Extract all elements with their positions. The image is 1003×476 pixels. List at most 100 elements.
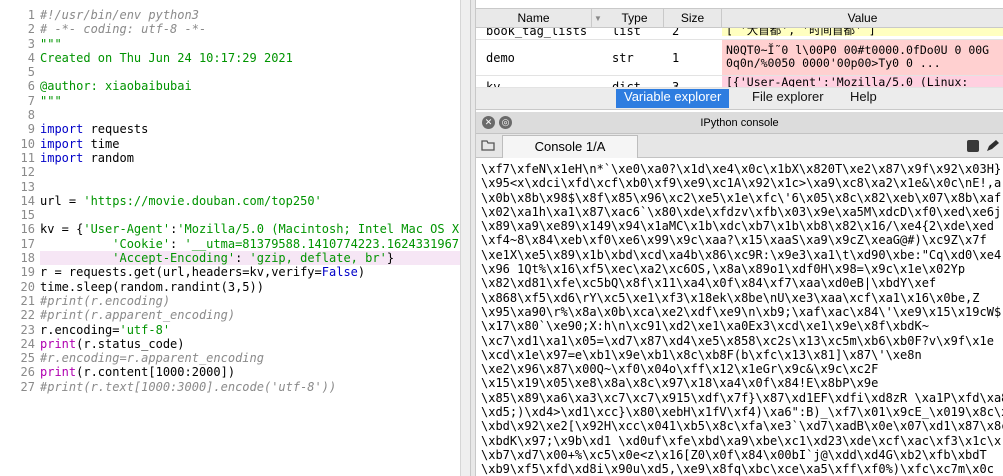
code-line[interactable]: """ bbox=[40, 37, 470, 51]
code-line[interactable]: url = 'https://movie.douban.com/top250' bbox=[40, 194, 470, 208]
code-token: import bbox=[40, 136, 84, 151]
code-line[interactable]: r = requests.get(url,headers=kv,verify=F… bbox=[40, 265, 470, 279]
column-header-size[interactable]: Size bbox=[664, 9, 722, 27]
code-token: 'User-Agent' bbox=[83, 222, 171, 237]
column-header-value-label: Value bbox=[847, 11, 878, 25]
code-editor[interactable]: 1 2 3 4 5 6 7 8 9 10 11 12 13 14 15 16 17 18 19 20 21 22 23 24 2… bbox=[0, 0, 470, 476]
line-number: 20 bbox=[20, 279, 35, 294]
code-token: r.encoding= bbox=[40, 322, 120, 337]
code-line[interactable]: print(r.content[1000:2000]) bbox=[40, 365, 470, 379]
line-number: 25 bbox=[20, 351, 35, 366]
code-line[interactable]: #print(r.text[1000:3000].encode('utf-8')… bbox=[40, 380, 470, 394]
console-output-line: \xcd\x1e\x97=e\xb1\x9e\xb1\x8c\xb8F(b\xf… bbox=[481, 347, 922, 362]
code-line[interactable]: #r.encoding=r.apparent_encoding bbox=[40, 351, 470, 365]
code-token: 'https://movie.douban.com/top250' bbox=[83, 193, 322, 208]
variable-row[interactable]: demo str 1 N0QT0~Ĭ̃ 0 l\00P0 00#t0000.0f… bbox=[476, 40, 1003, 76]
code-line[interactable]: Created on Thu Jun 24 10:17:29 2021 bbox=[40, 51, 470, 65]
code-token: } bbox=[386, 251, 395, 266]
code-line[interactable] bbox=[40, 165, 470, 179]
variable-explorer: Name ▼ Type Size Value book_tag_lists li… bbox=[476, 0, 1003, 88]
code-token: Created on Thu Jun 24 10:17:29 2021 bbox=[40, 50, 293, 65]
sort-down-icon[interactable]: ▼ bbox=[594, 14, 602, 23]
variable-row[interactable]: kv dict 3 [{'User-Agent':'Mozilla/5.0 (L… bbox=[476, 76, 1003, 88]
variable-name: demo bbox=[486, 51, 515, 65]
line-number: 9 bbox=[27, 122, 35, 137]
code-line[interactable] bbox=[40, 108, 470, 122]
code-line[interactable] bbox=[40, 65, 470, 79]
console-output-line: \x96 1Qt%\x16\xf5\xec\xa2\xc6OS,\x8a\x89… bbox=[481, 262, 966, 277]
variable-size: 3 bbox=[672, 80, 680, 88]
code-line[interactable]: print(r.status_code) bbox=[40, 337, 470, 351]
variable-name: kv bbox=[486, 80, 501, 88]
code-line[interactable] bbox=[40, 208, 470, 222]
code-line[interactable]: #!/usr/bin/env python3 bbox=[40, 8, 470, 22]
column-header-type[interactable]: Type bbox=[606, 9, 664, 27]
code-line-current[interactable]: 'Accept-Encoding': 'gzip, deflate, br'} bbox=[40, 251, 470, 266]
console-output-line: \xc7\xd1\xa1\x05=\xd7\x87\xd4\xe5\x858\x… bbox=[481, 333, 994, 348]
code-token: #print(r.text[1000:3000].encode('utf-8')… bbox=[40, 379, 337, 394]
console-output-line: \x95<x\xdci\xfd\xcf\xb0\xf9\xe9\xc1A\x92… bbox=[481, 176, 1002, 191]
code-line[interactable]: @author: xiaobaibubai bbox=[40, 79, 470, 93]
code-token: False bbox=[321, 265, 358, 280]
code-line[interactable]: import time bbox=[40, 137, 470, 151]
variable-table-header: Name ▼ Type Size Value bbox=[476, 8, 1003, 28]
line-number: 17 bbox=[20, 236, 35, 251]
new-console-icon[interactable] bbox=[480, 137, 496, 153]
line-number: 1 bbox=[27, 8, 35, 22]
line-number-gutter: 1 2 3 4 5 6 7 8 9 10 11 12 13 14 15 16 17 18 19 20 21 22 23 24 2… bbox=[0, 8, 38, 394]
variable-type: dict bbox=[612, 80, 641, 88]
console-output-line: \xe2\x96\x87\x00Q~\xf0\x04o\xff\x12\x1eG… bbox=[481, 362, 879, 377]
line-number: 21 bbox=[20, 293, 35, 308]
line-number: 11 bbox=[20, 150, 35, 165]
console-output-line: \x89\xa9\xe89\x149\x94\x1aMC\x1b\xdc\xb7… bbox=[481, 219, 994, 234]
code-line[interactable]: """ bbox=[40, 94, 470, 108]
tab-variable-explorer[interactable]: Variable explorer bbox=[616, 89, 730, 108]
variable-row[interactable]: book_tag_lists list 2 [ '大首都', '时间首都' ] bbox=[476, 28, 1003, 40]
console-tab-bar: Console 1/A bbox=[476, 134, 1003, 158]
console-output-line: \x868\xf5\xd6\rY\xc5\xe1\xf3\x18ek\x8be\… bbox=[481, 290, 980, 305]
line-number: 3 bbox=[27, 36, 35, 51]
line-number: 12 bbox=[20, 165, 35, 180]
code-line[interactable]: # -*- coding: utf-8 -*- bbox=[40, 22, 470, 36]
code-line[interactable]: #print(r.encoding) bbox=[40, 294, 470, 308]
code-line[interactable] bbox=[40, 180, 470, 194]
edit-pencil-icon[interactable] bbox=[985, 138, 1001, 152]
tab-help[interactable]: Help bbox=[842, 89, 885, 108]
code-line[interactable]: time.sleep(random.randint(3,5)) bbox=[40, 280, 470, 294]
code-token: print bbox=[40, 365, 77, 380]
code-line[interactable]: kv = {'User-Agent':'Mozilla/5.0 (Macinto… bbox=[40, 222, 470, 236]
line-number: 7 bbox=[27, 93, 35, 108]
code-area[interactable]: #!/usr/bin/env python3 # -*- coding: utf-… bbox=[40, 8, 470, 394]
line-number: 27 bbox=[20, 379, 35, 394]
code-line[interactable]: #print(r.apparent_encoding) bbox=[40, 308, 470, 322]
code-token: random bbox=[83, 150, 134, 165]
stop-icon[interactable] bbox=[966, 138, 980, 152]
code-line[interactable]: import requests bbox=[40, 122, 470, 136]
line-number: 8 bbox=[27, 108, 35, 123]
code-token: """ bbox=[40, 36, 62, 51]
code-token: url = bbox=[40, 193, 84, 208]
code-token: print bbox=[40, 336, 77, 351]
console-title-bar: ✕ ◎ IPython console bbox=[476, 112, 1003, 134]
editor-scrollbar[interactable] bbox=[460, 0, 470, 476]
line-number: 5 bbox=[27, 65, 35, 80]
variable-value: N0QT0~Ĭ̃ 0 l\00P0 00#t0000.0fDo0U 0 00G … bbox=[722, 40, 1003, 75]
column-header-name[interactable]: Name bbox=[476, 9, 592, 27]
column-header-value[interactable]: Value bbox=[722, 9, 1003, 27]
code-token: kv = { bbox=[40, 222, 84, 237]
code-token: '__utma=81379588.1410774223.1624331967 bbox=[184, 236, 460, 251]
code-line[interactable]: r.encoding='utf-8' bbox=[40, 323, 470, 337]
tab-console-1a[interactable]: Console 1/A bbox=[502, 135, 638, 158]
code-line[interactable]: import random bbox=[40, 151, 470, 165]
code-token: 'gzip, deflate, br' bbox=[249, 251, 387, 266]
code-token: : bbox=[170, 236, 185, 251]
code-token: requests bbox=[83, 122, 149, 137]
tab-file-explorer[interactable]: File explorer bbox=[744, 89, 832, 108]
code-token: @author: xiaobaibubai bbox=[40, 79, 192, 94]
code-line[interactable]: 'Cookie': '__utma=81379588.1410774223.16… bbox=[40, 237, 470, 251]
line-number: 18 bbox=[20, 251, 35, 266]
code-token: time bbox=[83, 136, 120, 151]
console-output[interactable]: \xf7\xfeN\x1eH\n*`\xe0\xa0?\x1d\xe4\x0c\… bbox=[476, 158, 1003, 476]
code-token: #!/usr/bin/env python3 bbox=[40, 8, 199, 22]
